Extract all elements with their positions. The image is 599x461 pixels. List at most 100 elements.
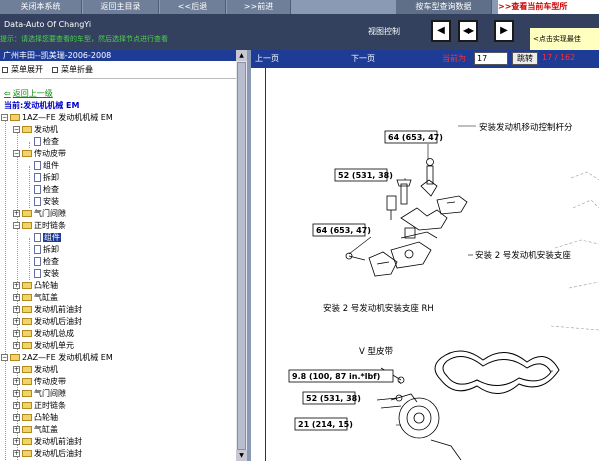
tree-node[interactable]: + 气门间隙 — [13, 208, 66, 220]
app-hint: 提示：请选择您要查看的车型，然后选择节点进行查看 — [0, 35, 168, 43]
folder-icon — [22, 318, 32, 325]
expand-toggle-icon[interactable]: + — [13, 294, 20, 301]
torque-value: 21 (214, 15) — [298, 420, 353, 429]
tree-node-label: 检查 — [43, 137, 59, 146]
expand-toggle-icon[interactable]: + — [13, 366, 20, 373]
tree-node[interactable]: + 发动机 — [13, 364, 58, 376]
current-node-label: 发动机机械 EM — [23, 101, 80, 110]
close-system-button[interactable]: 关闭本系统 — [0, 0, 82, 14]
tree-node-label: 正时链条 — [34, 401, 66, 410]
folder-icon — [22, 414, 32, 421]
tree-node[interactable]: + 发动机总成 — [13, 328, 74, 340]
folder-icon — [22, 330, 32, 337]
tree-node-label: 1AZ—FE 发动机机械 EM — [22, 113, 113, 122]
collapse-toggle-icon[interactable]: − — [13, 150, 20, 157]
folder-icon — [22, 126, 32, 133]
jump-button[interactable]: 跳转 — [512, 52, 538, 65]
expand-toggle-icon[interactable]: + — [13, 390, 20, 397]
collapse-toggle-icon[interactable]: − — [13, 222, 20, 229]
tree-node[interactable]: − 发动机 — [13, 124, 58, 136]
tree-node[interactable]: + 发动机后油封 — [13, 448, 82, 460]
expand-toggle-icon[interactable]: + — [13, 318, 20, 325]
expand-toggle-icon[interactable]: + — [13, 438, 20, 445]
view-split-button[interactable]: ◀▶ — [458, 20, 478, 42]
tree-node-label: 传动皮带 — [34, 377, 66, 386]
expand-toggle-icon[interactable]: + — [13, 342, 20, 349]
view-current-model-link[interactable]: >>查看当前车型所 — [498, 0, 599, 14]
back-up-link[interactable]: ⇦ 返回上一级 — [4, 88, 53, 99]
collapse-toggle-icon[interactable]: − — [1, 114, 8, 121]
tree-node[interactable]: + 发动机前油封 — [13, 436, 82, 448]
tree-node[interactable]: + 气缸盖 — [13, 292, 58, 304]
app-title: Data-Auto Of ChangYi — [4, 20, 92, 29]
tree-node[interactable]: − 1AZ—FE 发动机机械 EM — [1, 112, 113, 124]
tree-node[interactable]: + 正时链条 — [13, 400, 66, 412]
tree-leaf[interactable]: 检查 — [34, 256, 59, 268]
tree-node[interactable]: + 传动皮带 — [13, 376, 66, 388]
page-number-input[interactable]: 17 — [474, 52, 508, 65]
query-by-model-button[interactable]: 按车型查询数据 — [396, 0, 492, 14]
back-button[interactable]: <<后退 — [160, 0, 226, 14]
home-button[interactable]: 返回主目录 — [83, 0, 159, 14]
expand-toggle-icon[interactable]: + — [13, 414, 20, 421]
scroll-up-icon[interactable]: ▲ — [236, 50, 247, 61]
tree-leaf-selected[interactable]: 组件 — [34, 232, 61, 244]
tree-leaf[interactable]: 检查 — [34, 184, 59, 196]
tree-leaf[interactable]: 检查 — [34, 136, 59, 148]
collapse-toggle-icon[interactable]: − — [1, 354, 8, 361]
expand-toggle-icon[interactable]: + — [13, 426, 20, 433]
collapse-toggle-icon[interactable]: − — [13, 126, 20, 133]
tree-node-label: 气缸盖 — [34, 425, 58, 434]
tree-node[interactable]: + 凸轮轴 — [13, 412, 58, 424]
expand-toggle-icon[interactable]: + — [13, 378, 20, 385]
tree-node[interactable]: + 发动机后油封 — [13, 316, 82, 328]
prev-page-link[interactable]: 上一页 — [255, 53, 279, 64]
tree-node[interactable]: + 凸轮轴 — [13, 280, 58, 292]
view-right-only-button[interactable]: ▶ — [494, 20, 514, 42]
tree-node[interactable]: + 发动机前油封 — [13, 304, 82, 316]
tree-node-label: 凸轮轴 — [34, 413, 58, 422]
tree-node[interactable]: − 传动皮带 — [13, 148, 66, 160]
tree-leaf[interactable]: 拆卸 — [34, 172, 59, 184]
scroll-down-icon[interactable]: ▼ — [236, 450, 247, 461]
tree-scrollbar[interactable]: ▲ ▼ — [236, 50, 247, 461]
tree-node[interactable]: + 发动机单元 — [13, 340, 74, 352]
expand-toggle-icon[interactable]: + — [13, 450, 20, 457]
expand-toggle-icon[interactable]: + — [13, 282, 20, 289]
collapse-menu-button[interactable]: 菜单折叠 — [52, 64, 93, 75]
tree-leaf[interactable]: 安装 — [34, 268, 59, 280]
tree-leaf[interactable]: 拆卸 — [34, 244, 59, 256]
tree-node[interactable]: − 2AZ—FE 发动机机械 EM — [1, 352, 113, 364]
expand-toggle-icon[interactable]: + — [13, 402, 20, 409]
vehicle-title: 广州丰田--凯美瑞-2006-2008 — [0, 50, 247, 61]
folder-icon — [22, 342, 32, 349]
mount-rh-label: 安装 2 号发动机安装支座 RH — [323, 303, 434, 314]
top-toolbar: 关闭本系统 返回主目录 <<后退 >>前进 按车型查询数据 >>查看当前车型所 — [0, 0, 599, 14]
best-view-hint[interactable]: <点击实现最佳 — [530, 28, 599, 50]
document-icon — [34, 245, 41, 254]
tree-leaf[interactable]: 安装 — [34, 196, 59, 208]
tree-node[interactable]: − 正时链条 — [13, 220, 66, 232]
current-page-label: 当前为 — [442, 54, 466, 63]
current-node: 当前:发动机机械 EM — [4, 100, 79, 111]
expand-icon — [2, 66, 8, 73]
tree-node-label: 2AZ—FE 发动机机械 EM — [22, 353, 113, 362]
folder-icon — [22, 366, 32, 373]
expand-toggle-icon[interactable]: + — [13, 210, 20, 217]
next-page-link[interactable]: 下一页 — [351, 53, 375, 64]
view-left-only-button[interactable]: ◀ — [431, 20, 451, 42]
tree-leaf[interactable]: 组件 — [34, 160, 59, 172]
forward-button[interactable]: >>前进 — [227, 0, 291, 14]
document-icon — [34, 185, 41, 194]
tree-node[interactable]: + 气缸盖 — [13, 424, 58, 436]
folder-icon — [22, 222, 32, 229]
expand-toggle-icon[interactable]: + — [13, 306, 20, 313]
v-belt-label: V 型皮带 — [359, 346, 394, 357]
expand-menu-button[interactable]: 菜单展开 — [2, 64, 43, 75]
tree-node[interactable]: + 气门间隙 — [13, 388, 66, 400]
tree-guide — [29, 238, 30, 280]
scroll-thumb[interactable] — [237, 62, 246, 450]
page-navigation: 上一页 下一页 当前为 17 跳转 17 / 162 — [251, 50, 599, 68]
expand-toggle-icon[interactable]: + — [13, 330, 20, 337]
tree-node-label: 检查 — [43, 185, 59, 194]
